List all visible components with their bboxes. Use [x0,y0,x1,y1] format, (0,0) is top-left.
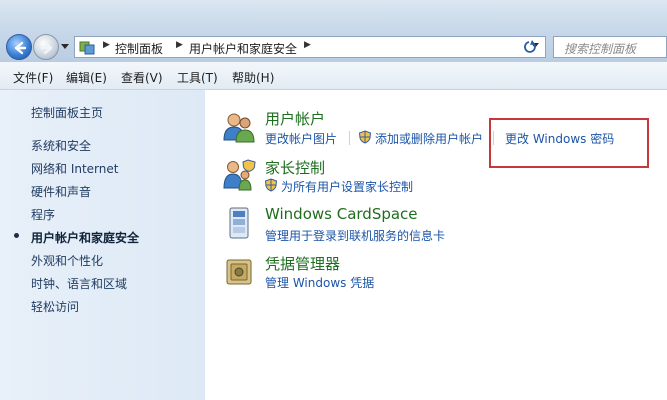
link-set-up-parental-controls[interactable]: 为所有用户设置家长控制 [281,178,413,195]
search-input[interactable]: 搜索控制面板 [553,36,667,58]
navigation-bar: ▶ 控制面板 ▶ 用户帐户和家庭安全 ▶ 搜索控制面板 [0,0,667,62]
sidebar: 控制面板主页 系统和安全 网络和 Internet 硬件和声音 程序 用户帐户和… [0,90,205,400]
search-placeholder: 搜索控制面板 [564,42,637,56]
recent-pages-dropdown-icon[interactable] [61,44,69,50]
category-title-credential-manager[interactable]: 凭据管理器 [265,253,340,274]
breadcrumb-separator-icon[interactable]: ▶ [103,40,110,50]
link-separator [349,131,350,145]
link-manage-windows-credentials[interactable]: 管理 Windows 凭据 [265,274,374,291]
back-button[interactable] [6,34,32,60]
forward-button[interactable] [33,34,59,60]
sidebar-item-clock-region[interactable]: 时钟、语言和区域 [31,275,127,292]
link-add-remove-accounts[interactable]: 添加或删除用户帐户 [375,130,483,147]
sidebar-item-system-security[interactable]: 系统和安全 [31,137,91,154]
menu-edit[interactable]: 编辑(E) [66,69,107,86]
menu-file[interactable]: 文件(F) [13,69,53,86]
cardspace-icon[interactable] [222,206,256,240]
refresh-icon[interactable] [523,39,543,55]
sidebar-item-hardware-sound[interactable]: 硬件和声音 [31,183,91,200]
menu-help[interactable]: 帮助(H) [232,69,274,86]
sidebar-item-home[interactable]: 控制面板主页 [31,104,103,121]
menu-tools[interactable]: 工具(T) [177,69,218,86]
menu-bar: 文件(F) 编辑(E) 查看(V) 工具(T) 帮助(H) [0,62,667,90]
parental-controls-icon[interactable] [222,158,256,192]
category-title-parental-controls[interactable]: 家长控制 [265,157,325,178]
sidebar-item-user-accounts[interactable]: 用户帐户和家庭安全 [31,229,139,246]
sidebar-item-network[interactable]: 网络和 Internet [31,160,118,177]
category-title-cardspace[interactable]: Windows CardSpace [265,205,418,223]
uac-shield-icon [264,178,278,192]
control-panel-icon [79,41,95,55]
breadcrumb-control-panel[interactable]: 控制面板 [115,40,163,57]
active-item-bullet-icon [14,233,19,238]
sidebar-item-appearance[interactable]: 外观和个性化 [31,252,103,269]
breadcrumb-user-accounts[interactable]: 用户帐户和家庭安全 [189,40,297,57]
link-change-account-picture[interactable]: 更改帐户图片 [265,130,337,147]
forward-arrow-icon [40,41,53,55]
breadcrumb-separator-icon[interactable]: ▶ [304,40,311,50]
uac-shield-icon [358,130,372,144]
address-bar[interactable]: ▶ 控制面板 ▶ 用户帐户和家庭安全 ▶ [74,36,546,58]
credential-manager-icon[interactable] [222,254,256,288]
back-arrow-icon [14,41,27,55]
category-title-user-accounts[interactable]: 用户帐户 [265,108,325,129]
link-manage-info-cards[interactable]: 管理用于登录到联机服务的信息卡 [265,227,445,244]
sidebar-item-programs[interactable]: 程序 [31,206,55,223]
breadcrumb-separator-icon[interactable]: ▶ [176,40,183,50]
menu-view[interactable]: 查看(V) [121,69,163,86]
users-icon[interactable] [222,110,256,144]
sidebar-item-ease-of-access[interactable]: 轻松访问 [31,298,79,315]
highlight-box [489,118,649,168]
